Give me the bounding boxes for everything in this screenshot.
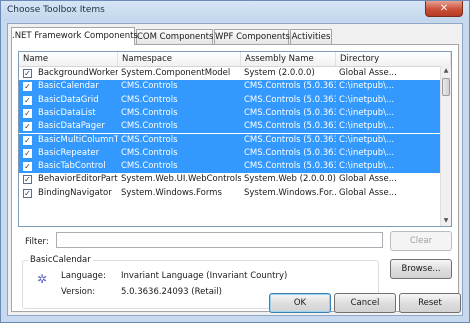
table-row[interactable]: ✓ BackgroundWorker System.ComponentModel Sy…: [19, 67, 441, 80]
cell-directory: Global Asse...: [339, 68, 397, 78]
gear-icon: ✲: [37, 272, 48, 286]
table-row[interactable]: ✓ BindingNavigator System.Windows.Forms Sys…: [19, 187, 441, 200]
cell-directory: C:\inetpub\...: [339, 94, 395, 105]
row-checkbox[interactable]: ✓: [23, 108, 32, 118]
window-title: Choose Toolbox Items: [7, 5, 105, 15]
cell-namespace: CMS.Controls: [121, 134, 178, 145]
components-grid[interactable]: Name Namespace Assembly Name Directory ✓…: [18, 51, 452, 227]
column-header-assembly-name[interactable]: Assembly Name: [241, 52, 336, 66]
cell-name: BackgroundWorker: [38, 68, 118, 78]
row-checkbox[interactable]: ✓: [23, 162, 32, 172]
dialog-client-area: .NET Framework Components COM Components…: [7, 23, 463, 316]
row-checkbox[interactable]: ✓: [23, 148, 32, 158]
cell-name: BasicMultiColumnTa...: [38, 134, 118, 145]
close-button[interactable]: ✕: [425, 1, 463, 17]
tab-com-components[interactable]: COM Components: [136, 29, 213, 44]
cancel-button[interactable]: Cancel: [334, 293, 396, 313]
cell-name: BasicCalendar: [38, 81, 99, 92]
cell-assembly: CMS.Controls (5.0.363...: [244, 161, 336, 172]
table-row[interactable]: ✓ BehaviorEditorPart System.Web.UI.WebCont…: [19, 173, 441, 186]
column-header-namespace[interactable]: Namespace: [118, 52, 241, 66]
dialog-window: Choose Toolbox Items ✕ .NET Framework Co…: [0, 0, 470, 323]
cell-assembly: CMS.Controls (5.0.363...: [244, 147, 336, 158]
cell-directory: C:\inetpub\...: [339, 161, 395, 172]
cell-directory: C:\inetpub\...: [339, 134, 395, 145]
column-header-name[interactable]: Name: [19, 52, 118, 66]
cell-assembly: CMS.Controls (5.0.363...: [244, 94, 336, 105]
scroll-up-icon[interactable]: ▲: [441, 66, 451, 76]
row-checkbox[interactable]: ✓: [23, 188, 32, 198]
cell-namespace: CMS.Controls: [121, 147, 178, 158]
cell-directory: Global Asse...: [339, 187, 397, 198]
row-checkbox[interactable]: ✓: [23, 175, 32, 185]
row-checkbox[interactable]: ✓: [23, 82, 32, 92]
cell-namespace: CMS.Controls: [121, 161, 178, 172]
cell-name: BasicDataList: [38, 107, 96, 118]
cell-name: BasicDataPager: [38, 121, 105, 132]
title-bar[interactable]: Choose Toolbox Items ✕: [1, 1, 469, 21]
reset-button[interactable]: Reset: [399, 293, 461, 313]
language-value: Invariant Language (Invariant Country): [121, 271, 288, 281]
tab-net-framework-components[interactable]: .NET Framework Components: [11, 27, 138, 45]
cell-assembly: CMS.Controls (5.0.363...: [244, 81, 336, 92]
cell-assembly: CMS.Controls (5.0.363...: [244, 121, 336, 132]
clear-button[interactable]: Clear: [390, 231, 452, 251]
tab-activities[interactable]: Activities: [290, 29, 332, 44]
cell-assembly: System (2.0.0.0): [244, 68, 315, 78]
cell-namespace: System.ComponentModel: [121, 68, 231, 78]
cell-directory: C:\inetpub\...: [339, 147, 395, 158]
tab-panel: Name Namespace Assembly Name Directory ✓…: [11, 44, 459, 312]
row-checkbox[interactable]: ✓: [23, 135, 32, 145]
row-checkbox[interactable]: ✓: [23, 95, 32, 105]
browse-button[interactable]: Browse...: [390, 259, 452, 279]
cell-directory: C:\inetpub\...: [339, 81, 395, 92]
table-row[interactable]: ✓ BasicDataGrid CMS.Controls CMS.Controls (…: [19, 93, 441, 107]
row-checkbox[interactable]: ✓: [23, 69, 32, 78]
filter-input[interactable]: [56, 232, 383, 248]
row-checkbox[interactable]: ✓: [23, 122, 32, 132]
cell-namespace: CMS.Controls: [121, 94, 178, 105]
cell-namespace: CMS.Controls: [121, 107, 178, 118]
cell-assembly: CMS.Controls (5.0.363...: [244, 107, 336, 118]
cell-name: BindingNavigator: [38, 187, 112, 198]
table-row[interactable]: ✓ BasicCalendar CMS.Controls CMS.Controls (…: [19, 80, 441, 94]
cell-assembly: CMS.Controls (5.0.363...: [244, 134, 336, 145]
column-header-directory[interactable]: Directory: [336, 52, 451, 66]
cell-name: BasicRepeater: [38, 147, 100, 158]
scroll-down-icon[interactable]: ▼: [441, 216, 451, 226]
cell-assembly: System.Windows.For...: [244, 187, 336, 198]
cell-directory: C:\inetpub\...: [339, 121, 395, 132]
cell-namespace: CMS.Controls: [121, 121, 178, 132]
details-group-title: BasicCalendar: [28, 255, 93, 265]
table-row[interactable]: ✓ BasicDataPager CMS.Controls CMS.Controls …: [19, 120, 441, 134]
cell-namespace: System.Web.UI.WebControls...: [121, 174, 241, 185]
scrollbar-thumb[interactable]: [442, 78, 450, 96]
close-icon: ✕: [439, 3, 449, 14]
table-row[interactable]: ✓ BasicRepeater CMS.Controls CMS.Controls (…: [19, 146, 441, 161]
grid-header: Name Namespace Assembly Name Directory: [19, 52, 451, 67]
filter-label: Filter:: [25, 237, 49, 247]
cell-name: BasicTabControl: [38, 161, 106, 172]
ok-button[interactable]: OK: [269, 293, 331, 313]
grid-vertical-scrollbar[interactable]: ▲ ▼: [440, 66, 451, 226]
cell-assembly: System.Web (2.0.0.0): [244, 174, 336, 185]
table-row[interactable]: ✓ BasicMultiColumnTa...CMS.Controls CMS.Co…: [19, 133, 441, 147]
table-row[interactable]: ✓ BasicTabControl CMS.Controls CMS.Controls…: [19, 160, 441, 174]
cell-namespace: System.Windows.Forms: [121, 187, 222, 198]
cell-name: BasicDataGrid: [38, 94, 99, 105]
tab-wpf-components[interactable]: WPF Components: [214, 29, 290, 44]
cell-name: BehaviorEditorPart: [38, 174, 118, 185]
cell-directory: C:\inetpub\...: [339, 107, 395, 118]
language-label: Language:: [61, 271, 106, 281]
table-row[interactable]: ✓ BasicDataList CMS.Controls CMS.Controls (…: [19, 106, 441, 121]
dialog-footer: OK Cancel Reset: [8, 293, 462, 315]
cell-namespace: CMS.Controls: [121, 81, 178, 92]
cell-directory: Global Asse...: [339, 174, 397, 185]
